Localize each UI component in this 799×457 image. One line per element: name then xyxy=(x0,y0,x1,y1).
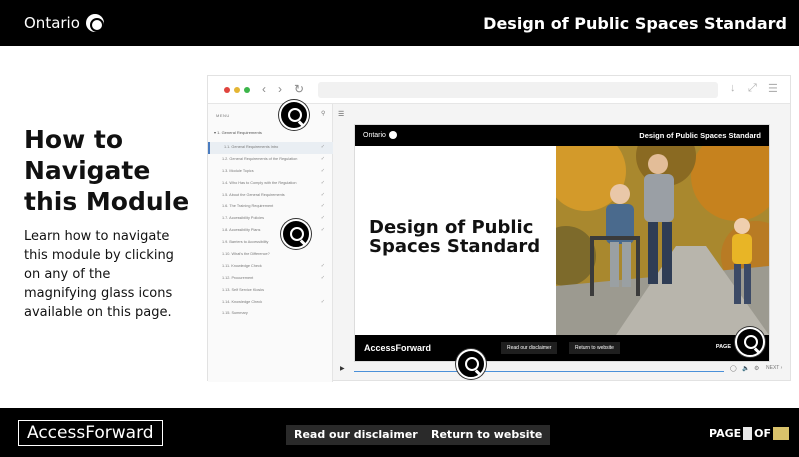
address-bar xyxy=(318,82,718,98)
slide-disclaimer-button: Read our disclaimer xyxy=(501,342,558,354)
slide-footer: AccessForward Read our disclaimer Return… xyxy=(355,335,769,361)
play-icon: ▶ xyxy=(340,366,345,372)
expand-icon: ⤢ xyxy=(748,82,757,94)
menu-item: 1.14. Knowledge Check ✓ xyxy=(222,298,325,305)
ontario-logo: Ontario xyxy=(24,14,104,32)
slide-photo xyxy=(556,146,769,335)
magnifying-glass-icon[interactable] xyxy=(456,349,486,379)
volume-icon: 🔈 xyxy=(742,366,750,372)
hamburger-icon: ☰ xyxy=(338,111,345,118)
magnifying-glass-icon[interactable] xyxy=(281,219,311,249)
settings-icon: ⚙ xyxy=(754,366,760,372)
slide-course-title: Design of Public Spaces Standard xyxy=(639,131,761,140)
menu-list: 1.1. General Requirements Intro ✓ 1.2. Ge… xyxy=(208,142,333,320)
menu-item: 1.8. Accessibility Plans ✓ xyxy=(222,227,325,234)
of-label: OF xyxy=(754,427,771,440)
magnifying-glass-icon[interactable] xyxy=(735,327,765,357)
menu-section: ▾ 1. General Requirements xyxy=(214,130,262,135)
brand-name: Ontario xyxy=(24,14,80,32)
trillium-icon xyxy=(85,14,104,32)
slide-preview: Ontario Design of Public Spaces Standard… xyxy=(354,124,770,362)
slide-brand: Ontario xyxy=(363,131,386,139)
player-controls: ▶ ◯ 🔈 ⚙ NEXT › xyxy=(336,365,790,377)
menu-search-icon: ⚲ xyxy=(321,111,326,117)
minimize-dot-icon xyxy=(234,87,240,93)
page-label: PAGE xyxy=(709,427,742,440)
back-icon: ‹ xyxy=(262,82,266,96)
reload-icon: ↻ xyxy=(294,82,305,96)
slide-logo: Ontario xyxy=(363,131,397,139)
close-dot-icon xyxy=(224,87,230,93)
menu-section-label: 1. General Requirements xyxy=(217,130,262,135)
menu-icon: ☰ xyxy=(768,83,778,95)
slide-title: Design of Public Spaces Standard xyxy=(369,217,541,257)
next-label: NEXT › xyxy=(766,365,783,371)
menu-item: 1.10. What's the Difference? xyxy=(222,252,270,257)
total-pages-box xyxy=(773,427,789,440)
course-title: Design of Public Spaces Standard xyxy=(483,14,787,33)
maximize-dot-icon xyxy=(244,87,250,93)
slide-return-button: Return to website xyxy=(569,342,620,354)
menu-label: MENU xyxy=(216,113,230,118)
menu-item: 1.5. About the General Requirements ✓ xyxy=(222,191,325,198)
slide-footer-brand: AccessForward xyxy=(364,343,432,353)
menu-item: 1.13. Self Service Kiosks xyxy=(222,287,264,292)
current-page-box xyxy=(743,427,753,440)
trillium-icon xyxy=(388,131,397,139)
menu-item: 1.15. Summary xyxy=(222,311,248,316)
page-description: Learn how to navigate this module by cli… xyxy=(24,229,174,320)
menu-item: 1.7. Accessibility Policies ✓ xyxy=(222,215,325,222)
disclaimer-button[interactable]: Read our disclaimer xyxy=(286,425,426,445)
slide-header: Ontario Design of Public Spaces Standard xyxy=(355,125,769,146)
magnifying-glass-icon[interactable] xyxy=(279,100,309,130)
menu-item: 1.12. Procurement ✓ xyxy=(222,274,325,281)
accessforward-logo: AccessForward xyxy=(18,420,163,446)
bottom-bar: AccessForward Read our disclaimer Return… xyxy=(0,408,799,457)
menu-item: 1.2. General Requirements of the Regulat… xyxy=(222,155,325,162)
menu-item: 1.3. Module Topics ✓ xyxy=(222,167,325,174)
page-heading: How to Navigate this Module xyxy=(24,125,190,216)
menu-item: 1.1. General Requirements Intro ✓ xyxy=(208,142,333,154)
menu-item: 1.9. Barriers to Accessibility xyxy=(222,240,269,245)
top-bar: Ontario Design of Public Spaces Standard xyxy=(0,0,799,46)
page-indicator: PAGE OF xyxy=(709,427,789,440)
download-icon: ↓ xyxy=(730,82,736,94)
menu-item: 1.11. Knowledge Check ✓ xyxy=(222,262,325,269)
slide-page-label: PAGE xyxy=(715,344,731,350)
forward-icon: › xyxy=(278,82,282,96)
captions-icon: ◯ xyxy=(730,366,737,372)
menu-item: 1.6. The Training Requirement ✓ xyxy=(222,203,325,210)
menu-item: 1.4. Who Has to Comply with the Regulati… xyxy=(222,179,325,186)
return-to-website-button[interactable]: Return to website xyxy=(423,425,551,445)
course-menu-panel: MENU ⚲ ▾ 1. General Requirements 1.1. Ge… xyxy=(208,104,333,382)
progress-track xyxy=(354,371,724,372)
